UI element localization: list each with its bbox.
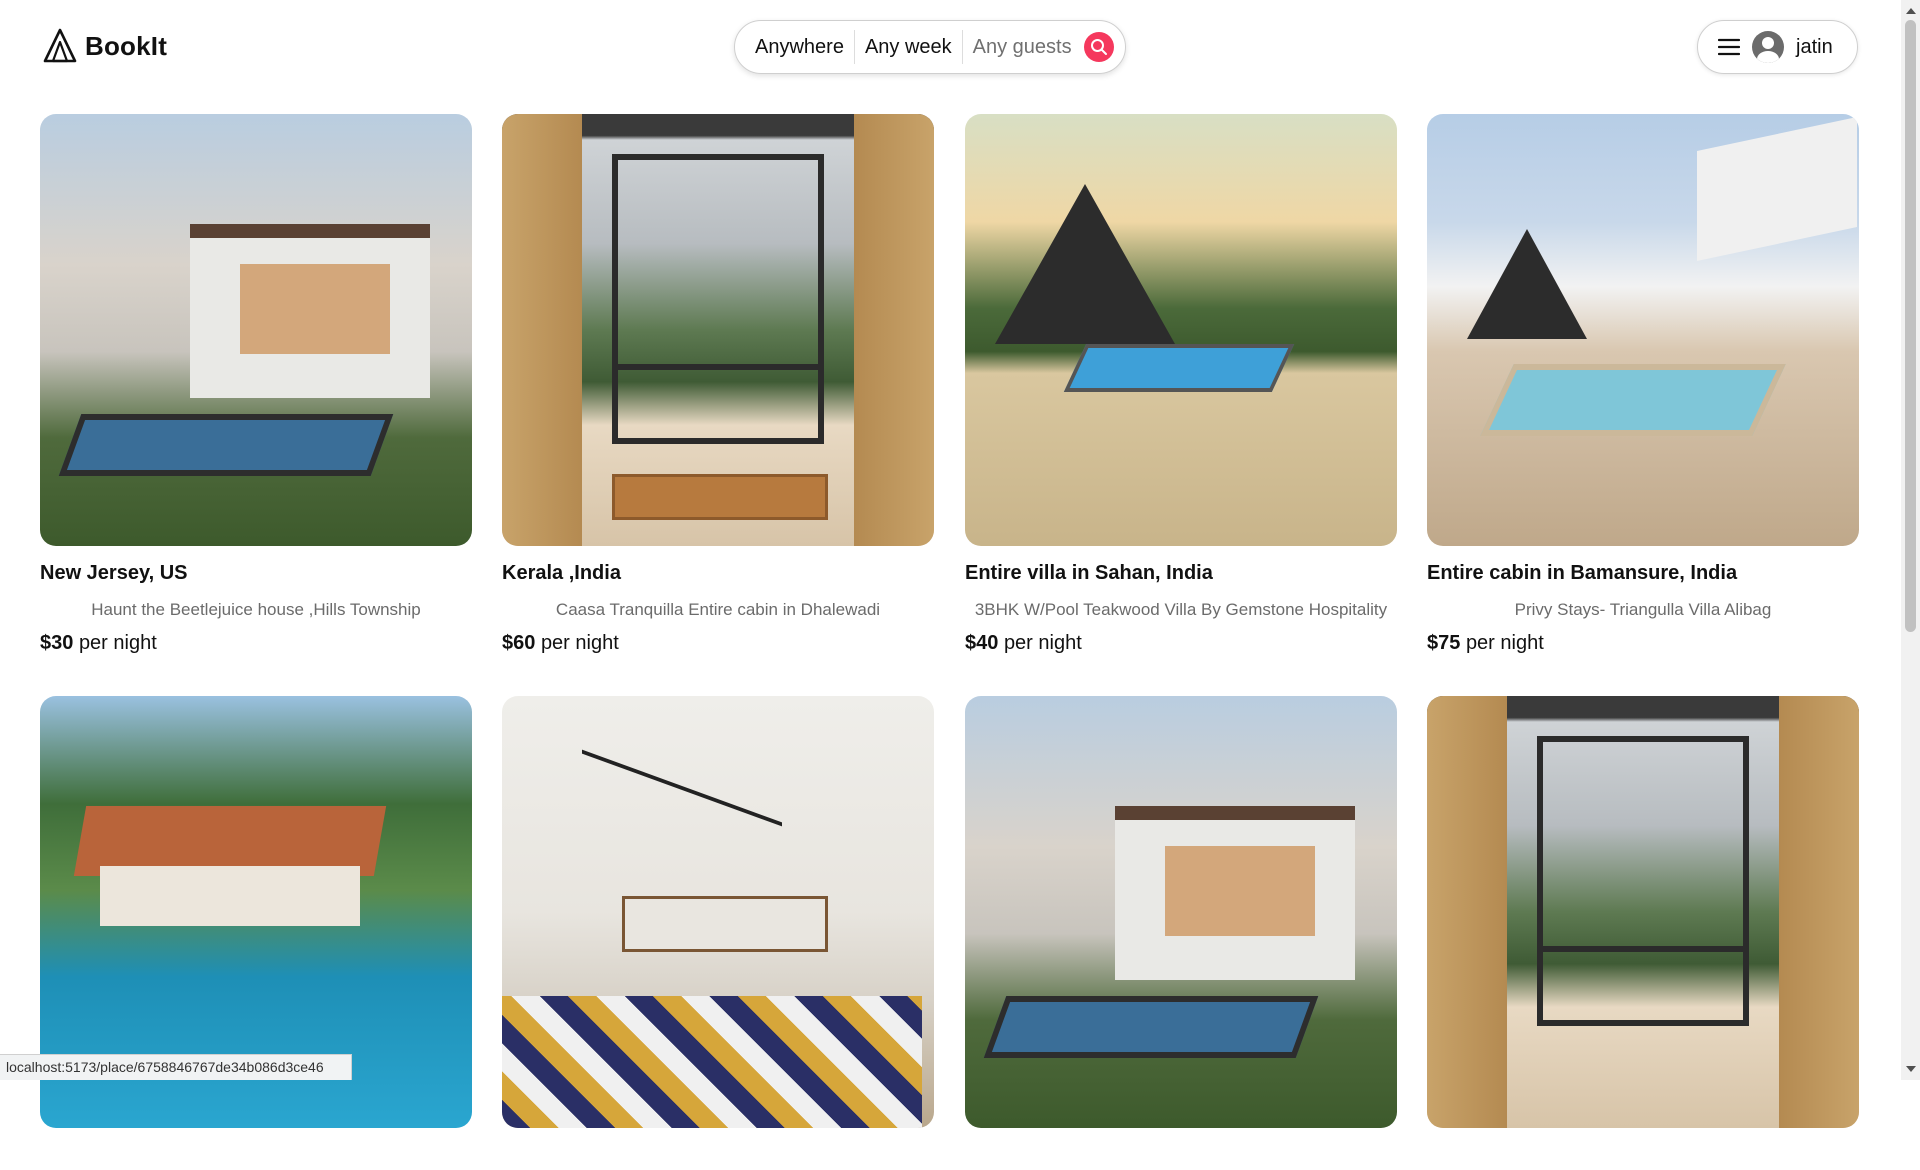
tent-icon	[43, 28, 77, 63]
link-status-bar: localhost:5173/place/6758846767de34b086d…	[0, 1054, 352, 1080]
vertical-scrollbar[interactable]	[1901, 0, 1920, 1080]
listing-title: New Jersey, US	[40, 562, 188, 584]
listing-subtitle: Caasa Tranquilla Entire cabin in Dhalewa…	[555, 600, 881, 619]
listing-card[interactable]	[40, 696, 472, 1170]
listing-card[interactable]: New Jersey, US Haunt the Beetlejuice hou…	[40, 114, 472, 655]
listing-title	[502, 1144, 934, 1170]
listing-title: Entire villa in Sahan, India	[965, 562, 1213, 584]
listing-price: $30 per night	[40, 632, 157, 654]
listing-photo[interactable]	[965, 696, 1397, 1128]
logo[interactable]: BookIt	[43, 28, 167, 64]
scroll-down-icon[interactable]	[1906, 1066, 1916, 1072]
listing-photo[interactable]	[1427, 114, 1859, 546]
user-name: jatin	[1796, 35, 1833, 58]
user-avatar-icon	[1752, 31, 1784, 63]
listing-subtitle: Haunt the Beetlejuice house ,Hills Towns…	[91, 600, 421, 619]
user-menu-button[interactable]: jatin	[1697, 20, 1858, 74]
listing-photo[interactable]	[502, 114, 934, 546]
listing-price: $75 per night	[1427, 632, 1544, 654]
search-button[interactable]	[1083, 32, 1114, 62]
listing-price: $60 per night	[502, 632, 619, 654]
listing-card[interactable]	[1427, 696, 1859, 1170]
listing-photo[interactable]	[502, 696, 934, 1128]
search-guests[interactable]: Any guests	[963, 36, 1082, 59]
search-bar[interactable]: Anywhere Any week Any guests	[734, 20, 1126, 74]
listing-title: Entire cabin in Bamansure, India	[1427, 562, 1738, 584]
listing-card[interactable]: Entire villa in Sahan, India 3BHK W/Pool…	[965, 114, 1397, 655]
listing-title	[965, 1144, 1397, 1170]
app-name: BookIt	[85, 30, 168, 61]
listing-photo[interactable]	[40, 114, 472, 546]
search-where[interactable]: Anywhere	[755, 36, 854, 59]
listing-photo[interactable]	[965, 114, 1397, 546]
listing-title	[40, 1144, 472, 1170]
scroll-up-icon[interactable]	[1906, 8, 1916, 14]
listing-card[interactable]: Entire cabin in Bamansure, India Privy S…	[1427, 114, 1859, 655]
listing-subtitle: Privy Stays- Triangulla Villa Alibag	[1514, 600, 1772, 619]
search-when[interactable]: Any week	[855, 36, 962, 59]
hamburger-icon	[1718, 38, 1740, 56]
scrollbar-thumb[interactable]	[1905, 20, 1916, 632]
listing-title: Kerala ,India	[502, 562, 621, 584]
listing-photo[interactable]	[1427, 696, 1859, 1128]
listing-title	[1427, 1144, 1859, 1170]
listing-price: $40 per night	[965, 632, 1082, 654]
listing-card[interactable]	[502, 696, 934, 1170]
listing-card[interactable]	[965, 696, 1397, 1170]
listing-subtitle: 3BHK W/Pool Teakwood Villa By Gemstone H…	[974, 600, 1388, 619]
search-icon	[1090, 39, 1107, 55]
listing-card[interactable]: Kerala ,India Caasa Tranquilla Entire ca…	[502, 114, 934, 655]
